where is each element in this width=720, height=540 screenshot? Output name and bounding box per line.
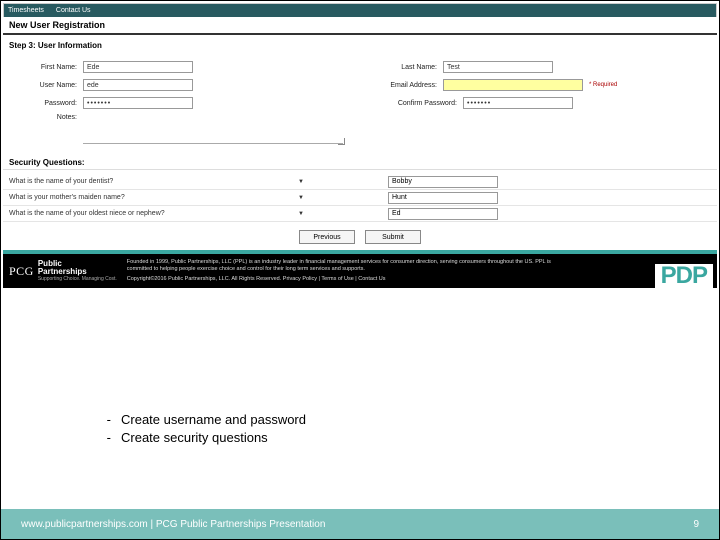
security-question-1-select[interactable]: What is the name of your dentist? ▼ (3, 178, 308, 185)
step-heading: Step 3: User Information (3, 35, 717, 56)
pdp-logo: PDP (655, 264, 713, 288)
password-input[interactable]: ••••••• (83, 97, 193, 109)
submit-button[interactable]: Submit (365, 230, 421, 244)
security-question-3-text: What is the name of your oldest niece or… (9, 210, 165, 217)
pcg-logo-text: PCG (9, 264, 34, 279)
security-questions-heading: Security Questions: (3, 152, 717, 170)
bullet-2: Create security questions (121, 429, 268, 447)
password-label: Password: (13, 100, 83, 107)
form-buttons: Previous Submit (3, 230, 717, 250)
last-name-label: Last Name: (373, 64, 443, 71)
bullet-dash: - (101, 411, 111, 429)
pcg-logo: PCG Public Partnerships Supporting Choic… (9, 260, 117, 282)
first-name-label: First Name: (13, 64, 83, 71)
user-name-input[interactable]: ede (83, 79, 193, 91)
security-question-2-text: What is your mother's maiden name? (9, 194, 125, 201)
page-title: New User Registration (9, 20, 105, 30)
footer-description: Founded in 1999, Public Partnerships, LL… (127, 259, 557, 282)
slide-page-number: 9 (693, 519, 699, 530)
chevron-down-icon: ▼ (298, 211, 304, 217)
footer-line-2: Copyright©2016 Public Partnerships, LLC.… (127, 276, 557, 283)
chevron-down-icon: ▼ (298, 195, 304, 201)
security-answer-2-input[interactable]: Hunt (388, 192, 498, 204)
slide-footer-text: www.publicpartnerships.com | PCG Public … (21, 519, 325, 530)
security-question-1-text: What is the name of your dentist? (9, 178, 113, 185)
user-info-form: First Name: Ede Last Name: Test User Nam… (3, 56, 717, 152)
email-label: Email Address: (373, 82, 443, 89)
security-question-3-select[interactable]: What is the name of your oldest niece or… (3, 210, 308, 217)
security-question-2-select[interactable]: What is your mother's maiden name? ▼ (3, 194, 308, 201)
confirm-password-input[interactable]: ••••••• (463, 97, 573, 109)
last-name-input[interactable]: Test (443, 61, 553, 73)
chevron-down-icon: ▼ (298, 179, 304, 185)
app-footer: PCG Public Partnerships Supporting Choic… (3, 254, 717, 288)
slide-footer: www.publicpartnerships.com | PCG Public … (1, 509, 719, 539)
security-answer-1-input[interactable]: Bobby (388, 176, 498, 188)
email-input[interactable] (443, 79, 583, 91)
security-questions-list: What is the name of your dentist? ▼ Bobb… (3, 174, 717, 222)
slide-bullets: -Create username and password -Create se… (101, 411, 306, 447)
bullet-1: Create username and password (121, 411, 306, 429)
first-name-input[interactable]: Ede (83, 61, 193, 73)
confirm-password-label: Confirm Password: (373, 100, 463, 107)
user-name-label: User Name: (13, 82, 83, 89)
nav-timesheets[interactable]: Timesheets (8, 7, 44, 14)
security-answer-3-input[interactable]: Ed (388, 208, 498, 220)
brand-tagline: Supporting Choice. Managing Cost. (38, 276, 117, 282)
bullet-dash: - (101, 429, 111, 447)
previous-button[interactable]: Previous (299, 230, 355, 244)
page-title-bar: New User Registration (3, 17, 717, 35)
brand-partnerships: Partnerships (38, 267, 87, 276)
notes-textarea[interactable] (83, 114, 343, 144)
email-required-badge: * Required (589, 82, 617, 88)
notes-label: Notes: (13, 114, 83, 121)
footer-line-1: Founded in 1999, Public Partnerships, LL… (127, 259, 557, 273)
nav-contact-us[interactable]: Contact Us (56, 7, 91, 14)
top-nav: Timesheets Contact Us (3, 3, 717, 17)
